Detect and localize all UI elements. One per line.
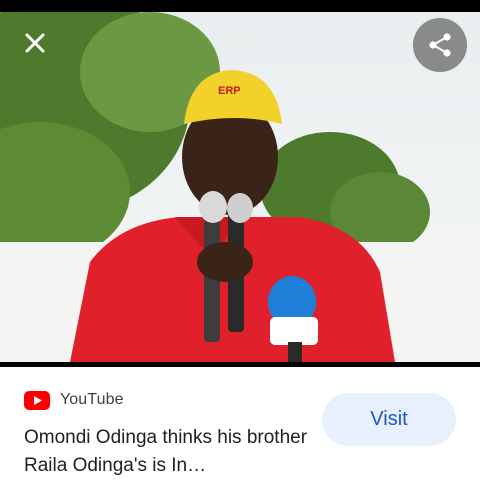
share-icon: [429, 33, 451, 57]
image-viewer: ERP: [0, 0, 480, 367]
photo-illustration: ERP: [0, 12, 480, 362]
youtube-logo-icon: [24, 390, 50, 410]
cap-lettering: ERP: [218, 85, 241, 97]
result-title[interactable]: Omondi Odinga thinks his brother Raila O…: [24, 424, 314, 480]
result-source[interactable]: YouTube: [24, 389, 124, 411]
close-button[interactable]: [18, 26, 52, 60]
source-name: YouTube: [60, 391, 124, 408]
preview-image[interactable]: ERP: [0, 12, 480, 362]
share-button[interactable]: [413, 18, 467, 72]
visit-button[interactable]: Visit: [322, 393, 456, 446]
close-icon: [25, 33, 45, 53]
